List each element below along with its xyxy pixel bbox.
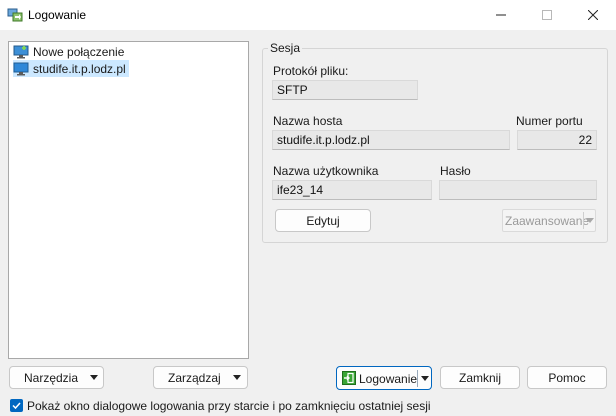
host-field[interactable]: studife.it.p.lodz.pl	[272, 130, 510, 150]
edit-button-label: Edytuj	[306, 213, 340, 228]
manage-button[interactable]: Zarządzaj	[153, 366, 248, 389]
window-title: Logowanie	[28, 8, 87, 22]
minimize-button[interactable]	[478, 0, 524, 30]
username-field[interactable]: ife23_14	[272, 180, 432, 200]
port-field[interactable]: 22	[517, 130, 597, 150]
help-button-label: Pomoc	[548, 370, 586, 385]
username-label: Nazwa użytkownika	[273, 164, 379, 178]
winscp-icon	[7, 8, 23, 22]
manage-button-label: Zarządzaj	[168, 370, 221, 385]
password-field[interactable]	[439, 180, 597, 200]
help-button[interactable]: Pomoc	[527, 366, 607, 389]
maximize-icon	[542, 10, 552, 20]
login-button[interactable]: Logowanie	[336, 366, 432, 390]
advanced-button[interactable]: Zaawansowane	[502, 209, 596, 232]
close-window-button[interactable]	[570, 0, 616, 30]
tools-button-label: Narzędzia	[24, 370, 79, 385]
tree-item-studife[interactable]: studife.it.p.lodz.pl	[13, 60, 129, 77]
close-button[interactable]: Zamknij	[440, 366, 520, 389]
session-tree[interactable]: Nowe połączenie studife.it.p.lodz.pl	[8, 41, 249, 359]
chevron-down-icon	[586, 218, 594, 223]
tree-item-new-connection[interactable]: Nowe połączenie	[13, 43, 127, 60]
login-icon	[342, 371, 356, 385]
chevron-down-icon[interactable]	[421, 376, 429, 381]
close-button-label: Zamknij	[458, 370, 501, 385]
tree-item-label: studife.it.p.lodz.pl	[33, 61, 126, 76]
maximize-button[interactable]	[524, 0, 570, 30]
tree-item-label: Nowe połączenie	[33, 44, 125, 59]
login-separator	[417, 370, 418, 387]
protocol-label: Protokół pliku:	[273, 64, 349, 78]
host-label: Nazwa hosta	[273, 114, 343, 128]
password-label: Hasło	[440, 164, 471, 178]
advanced-button-label: Zaawansowane	[505, 214, 590, 228]
chevron-down-icon	[90, 375, 99, 380]
checkmark-icon	[12, 402, 21, 410]
show-on-startup-checkbox[interactable]	[10, 399, 23, 412]
edit-button[interactable]: Edytuj	[275, 209, 371, 232]
login-button-label: Logowanie	[359, 372, 418, 386]
chevron-down-icon	[232, 375, 241, 380]
session-group-title: Sesja	[268, 41, 303, 55]
port-label: Numer portu	[516, 114, 583, 128]
new-site-monitor-icon	[13, 45, 29, 58]
show-on-startup-label[interactable]: Pokaż okno dialogowe logowania przy star…	[27, 399, 431, 413]
close-icon	[588, 10, 598, 20]
tools-button[interactable]: Narzędzia	[9, 366, 104, 389]
protocol-select[interactable]: SFTP	[272, 80, 418, 100]
minimize-icon	[496, 14, 506, 16]
site-monitor-icon	[13, 62, 29, 75]
advanced-separator	[583, 212, 584, 229]
title-bar: Logowanie	[0, 0, 616, 30]
